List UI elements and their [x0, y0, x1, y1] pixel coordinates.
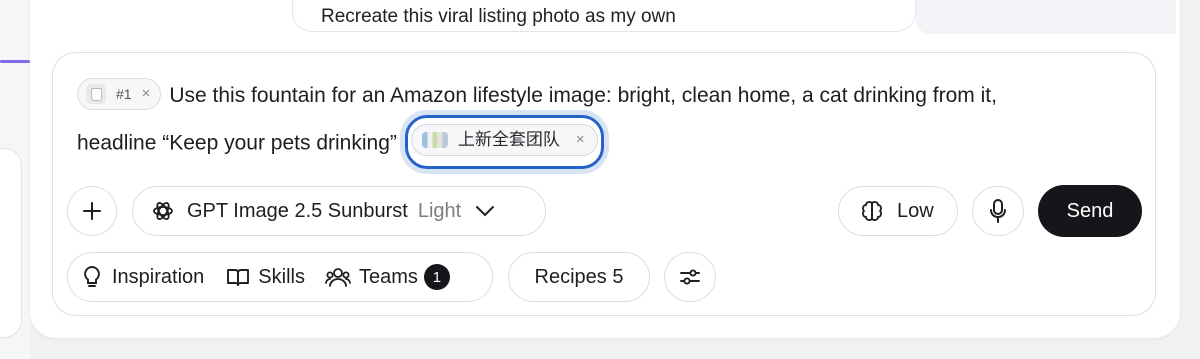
add-button[interactable]	[67, 186, 117, 236]
model-selector[interactable]: GPT Image 2.5 Sunburst Light	[132, 186, 546, 236]
attachment-remove-icon[interactable]: ×	[142, 73, 151, 115]
team-chip-focus-ring: 上新全套团队 ×	[404, 115, 604, 169]
fountain-thumbnail-icon	[86, 84, 106, 105]
lightbulb-icon	[82, 265, 102, 289]
skills-button[interactable]: Skills	[226, 266, 305, 289]
team-thumbnail-icon	[421, 132, 448, 148]
prompt-text-area[interactable]: #1 × Use this fountain for an Amazon lif…	[77, 75, 1137, 171]
model-name: GPT Image 2.5 Sunburst	[187, 199, 408, 222]
chevron-down-icon	[475, 205, 495, 217]
bottom-options-group: Inspiration Skills Teams 1	[67, 252, 493, 302]
microphone-button[interactable]	[972, 186, 1024, 236]
recipes-label: Recipes 5	[534, 265, 624, 288]
sliders-icon	[679, 267, 701, 287]
prompt-text-line2: headline “Keep your pets drinking”	[77, 131, 397, 155]
send-button[interactable]: Send	[1038, 185, 1142, 237]
teams-label: Teams	[358, 265, 418, 288]
teams-count-badge: 1	[423, 264, 450, 290]
suggestion-text: Recreate this viral listing photo as my …	[321, 6, 676, 27]
openai-icon	[151, 199, 175, 223]
plus-icon	[81, 200, 103, 222]
suggestion-card[interactable]: Recreate this viral listing photo as my …	[292, 0, 916, 32]
send-label: Send	[1066, 199, 1114, 222]
brain-icon	[859, 199, 885, 223]
model-variant: Light	[417, 199, 462, 222]
inspiration-label: Inspiration	[112, 265, 205, 288]
book-icon	[226, 267, 250, 287]
attachment-label: #1	[116, 86, 132, 103]
recipes-button[interactable]: Recipes 5	[508, 252, 650, 302]
skills-label: Skills	[258, 265, 305, 288]
microphone-icon	[988, 198, 1008, 224]
team-chip[interactable]: 上新全套团队 ×	[410, 124, 598, 156]
quality-label: Low	[897, 199, 934, 222]
left-active-indicator	[0, 60, 30, 63]
settings-button[interactable]	[664, 252, 716, 302]
inspiration-button[interactable]: Inspiration	[82, 265, 204, 289]
right-backdrop	[916, 0, 1176, 34]
prompt-text-line1: Use this fountain for an Amazon lifestyl…	[169, 84, 997, 107]
teams-button[interactable]: Teams 1	[325, 264, 450, 290]
team-chip-remove-icon[interactable]: ×	[576, 119, 585, 161]
quality-button[interactable]: Low	[838, 186, 958, 236]
team-chip-label: 上新全套团队	[457, 130, 560, 149]
people-icon	[325, 266, 351, 288]
attachment-chip[interactable]: #1 ×	[77, 78, 162, 111]
left-side-card	[0, 148, 22, 338]
